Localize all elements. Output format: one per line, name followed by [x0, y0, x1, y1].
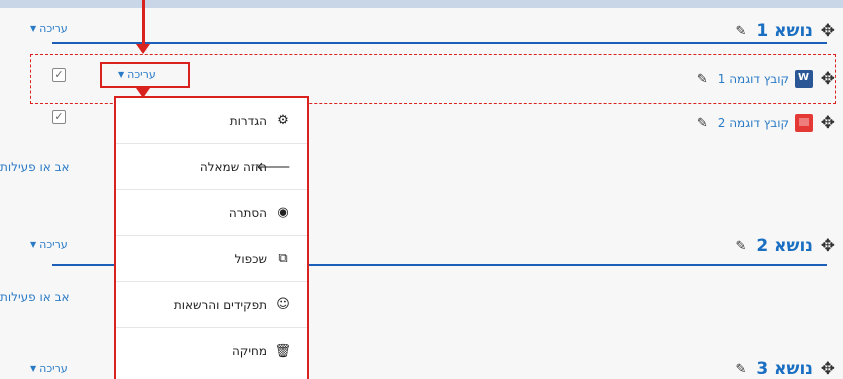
- annotation-arrow-top: [142, 0, 145, 44]
- edit-label: עריכה: [39, 22, 68, 35]
- activity-2-row: ✥ קובץ דוגמה 2 ✎: [697, 110, 835, 136]
- top-bar: [0, 0, 843, 8]
- edit-label: עריכה: [39, 238, 68, 251]
- section-1-header: ✥ נושא 1 ✎: [736, 18, 835, 44]
- edit-label: עריכה: [39, 362, 68, 375]
- section-2-header: ✥ נושא 2 ✎: [736, 233, 835, 259]
- annotation-arrow-head-top: [136, 44, 150, 54]
- pdf-file-icon: [795, 114, 813, 132]
- menu-item-delete[interactable]: 🗑 מחיקה: [116, 328, 307, 374]
- pencil-icon[interactable]: ✎: [697, 72, 708, 87]
- section-2-edit-menu[interactable]: עריכה ▼: [30, 238, 68, 251]
- move-icon[interactable]: ✥: [821, 236, 835, 256]
- section-3-edit-menu[interactable]: עריכה ▼: [30, 362, 68, 375]
- activity-2-completion-checkbox[interactable]: ✓: [52, 110, 66, 124]
- activity-1-edit-menu[interactable]: עריכה ▼: [118, 68, 156, 81]
- section-1-edit-menu[interactable]: עריכה ▼: [30, 22, 68, 35]
- caret-down-icon: ▼: [30, 364, 37, 373]
- section-3-header: ✥ נושא 3 ✎: [736, 356, 835, 379]
- add-activity-link[interactable]: אב או פעילות: [0, 160, 70, 174]
- menu-item-settings[interactable]: ⚙ הגדרות: [116, 98, 307, 144]
- arrow-left-icon: 🡐: [256, 159, 291, 175]
- caret-down-icon: ▼: [30, 240, 37, 249]
- move-icon[interactable]: ✥: [821, 113, 835, 133]
- gear-icon: ⚙: [277, 113, 289, 128]
- pencil-icon[interactable]: ✎: [736, 24, 747, 39]
- menu-item-hide[interactable]: ◉ הסתרה: [116, 190, 307, 236]
- eye-icon: ◉: [277, 205, 289, 220]
- caret-down-icon: ▼: [118, 70, 125, 79]
- move-icon[interactable]: ✥: [821, 21, 835, 41]
- edit-label: עריכה: [127, 68, 156, 81]
- menu-item-label: שכפול: [234, 251, 267, 266]
- user-icon: ☺: [276, 297, 290, 312]
- duplicate-icon: ⧉: [278, 251, 288, 266]
- add-activity-link[interactable]: אב או פעילות: [0, 290, 70, 304]
- pencil-icon[interactable]: ✎: [697, 116, 708, 131]
- menu-item-label: מחיקה: [231, 344, 267, 358]
- menu-item-duplicate[interactable]: ⧉ שכפול: [116, 236, 307, 282]
- menu-item-label: תפקידים והרשאות: [173, 297, 267, 312]
- section-1-divider: [52, 42, 827, 44]
- menu-item-move-left[interactable]: 🡐 הזזה שמאלה: [116, 144, 307, 190]
- activity-1-link[interactable]: קובץ דוגמה 1: [718, 72, 789, 86]
- activity-1-completion-checkbox[interactable]: ✓: [52, 68, 66, 82]
- section-3-title[interactable]: נושא 3: [756, 359, 813, 379]
- section-2-title[interactable]: נושא 2: [756, 236, 813, 256]
- move-icon[interactable]: ✥: [821, 69, 835, 89]
- section-1-title[interactable]: נושא 1: [756, 21, 813, 41]
- menu-item-label: הזזה שמאלה: [199, 159, 267, 174]
- caret-down-icon: ▼: [30, 24, 37, 33]
- activity-2-link[interactable]: קובץ דוגמה 2: [718, 116, 789, 130]
- trash-icon: 🗑: [274, 343, 291, 359]
- move-icon[interactable]: ✥: [821, 359, 835, 379]
- activity-1-row: ✥ קובץ דוגמה 1 ✎: [697, 66, 835, 92]
- menu-item-label: הגדרות: [229, 113, 267, 128]
- menu-item-label: הסתרה: [228, 205, 267, 220]
- edit-dropdown-menu: ⚙ הגדרות 🡐 הזזה שמאלה ◉ הסתרה ⧉ שכפול ☺ …: [114, 96, 309, 379]
- pencil-icon[interactable]: ✎: [736, 239, 747, 254]
- menu-item-roles[interactable]: ☺ תפקידים והרשאות: [116, 282, 307, 328]
- word-file-icon: [795, 70, 813, 88]
- pencil-icon[interactable]: ✎: [736, 362, 747, 377]
